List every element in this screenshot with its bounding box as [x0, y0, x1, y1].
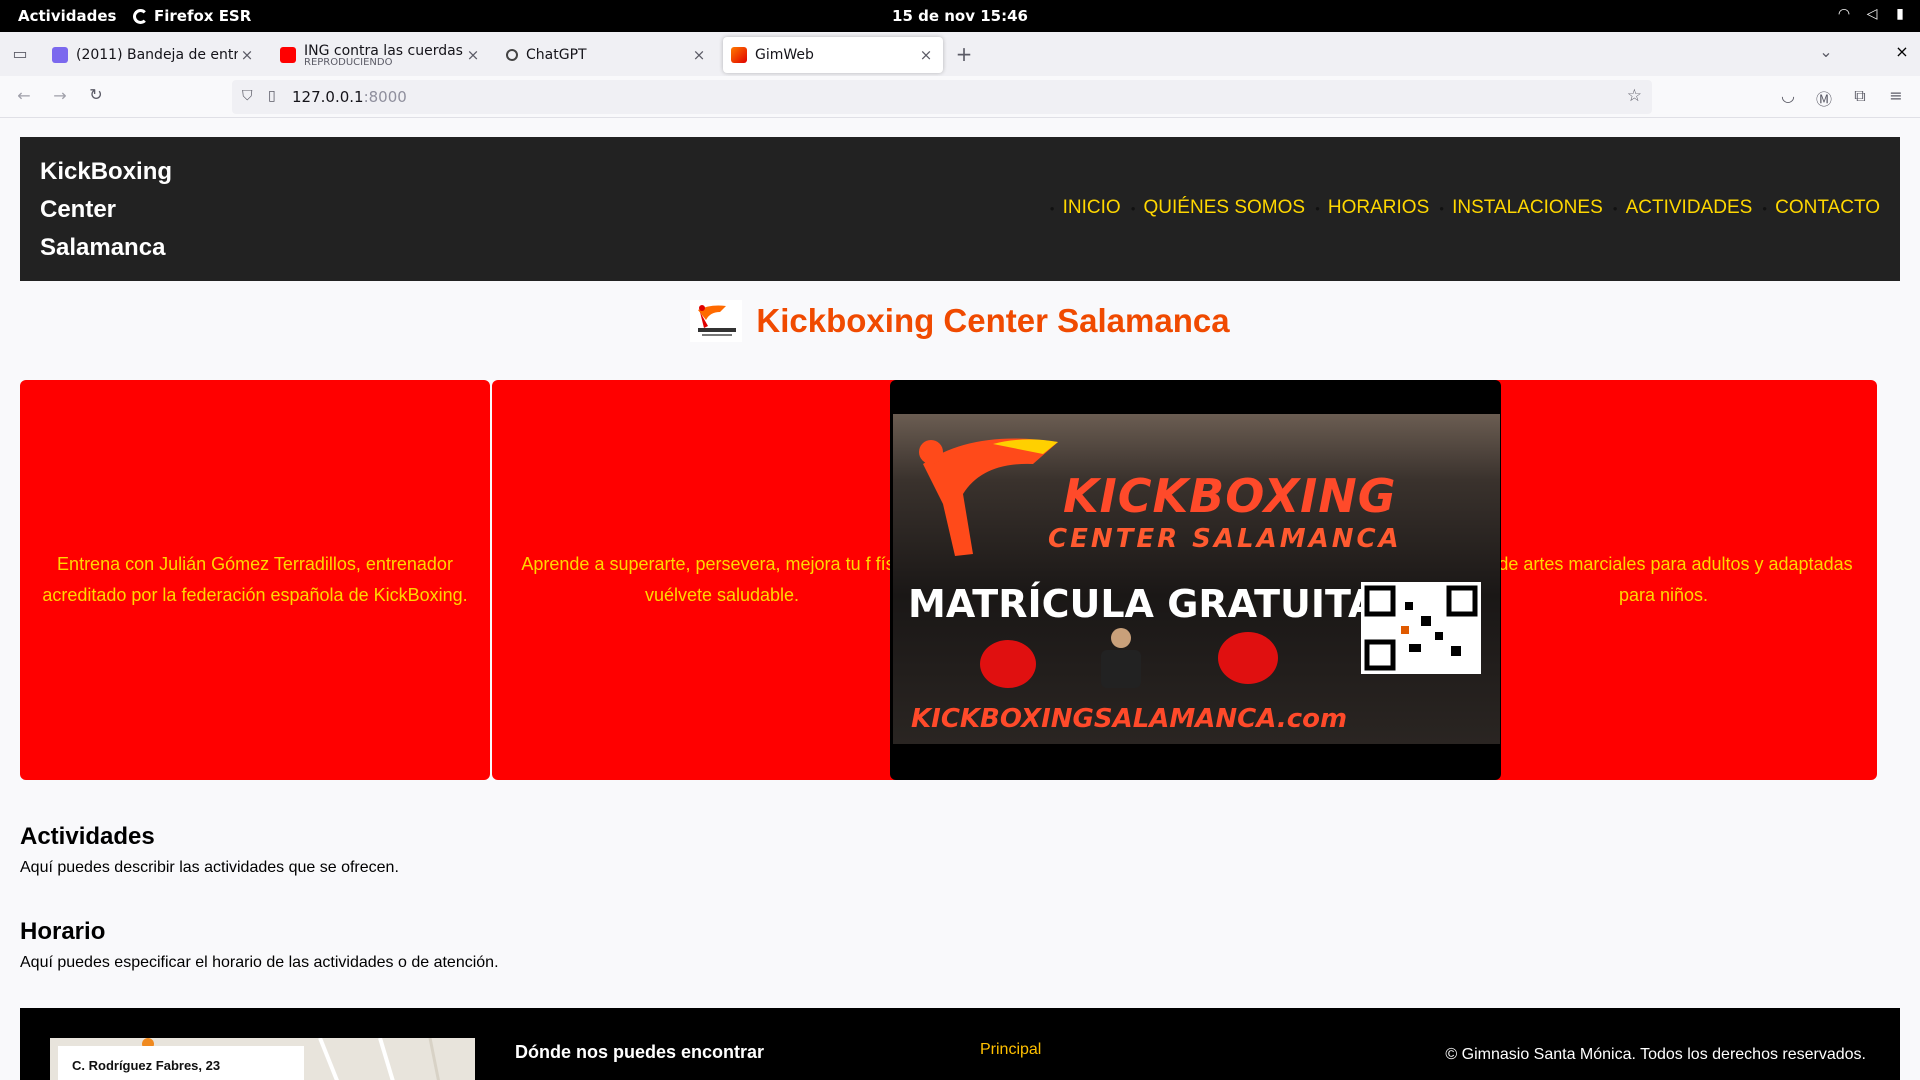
- mail-icon: [52, 47, 68, 63]
- close-window-icon[interactable]: ×: [1888, 42, 1916, 61]
- boxing-glove-icon: [1218, 632, 1278, 684]
- nav-link-actividades[interactable]: ACTIVIDADES: [1626, 197, 1753, 219]
- nav-link-horarios[interactable]: HORARIOS: [1328, 197, 1429, 219]
- list-tabs-icon[interactable]: ⌄: [1812, 42, 1840, 61]
- site-brand[interactable]: KickBoxing Center Salamanca: [40, 153, 220, 267]
- forward-icon[interactable]: →: [46, 86, 74, 105]
- section-text: Aquí puedes especificar el horario de la…: [20, 954, 499, 971]
- wifi-icon: ◠: [1838, 6, 1850, 22]
- site-title: Kickboxing Center Salamanca: [756, 302, 1230, 339]
- carousel-slide[interactable]: Entrena con Julián Gómez Terradillos, en…: [20, 380, 490, 780]
- tab-bar: ▭ (2011) Bandeja de entrada × ING contra…: [0, 32, 1920, 76]
- section-heading: Horario: [20, 918, 106, 945]
- account-icon[interactable]: Ⓜ: [1810, 86, 1838, 110]
- nav-link-inicio[interactable]: INICIO: [1063, 197, 1121, 219]
- bookmark-star-icon[interactable]: ☆: [1627, 86, 1642, 106]
- volume-icon: ◁: [1866, 6, 1878, 22]
- promo-image[interactable]: KICKBOXING CENTER SALAMANCA MATRÍCULA GR…: [890, 380, 1501, 780]
- nav-link-quienes-somos[interactable]: QUIÉNES SOMOS: [1144, 197, 1306, 219]
- url-bar[interactable]: ⛉ ▯ 127.0.0.1:8000 ☆: [232, 80, 1652, 114]
- page-info-icon[interactable]: ▯: [268, 88, 276, 104]
- url-text[interactable]: 127.0.0.1:8000: [292, 88, 407, 106]
- tab-title: ChatGPT: [526, 47, 587, 63]
- trainer-figure-icon: [1101, 628, 1141, 688]
- tab-title: GimWeb: [755, 47, 814, 63]
- url-port: :8000: [363, 88, 407, 106]
- promo-poster: KICKBOXING CENTER SALAMANCA MATRÍCULA GR…: [893, 414, 1500, 744]
- page-viewport: KickBoxing Center Salamanca INICIO QUIÉN…: [0, 118, 1920, 1080]
- nav-item-contacto: CONTACTO: [1762, 197, 1880, 219]
- battery-icon: ▮: [1896, 6, 1904, 22]
- nav-item-horarios: HORARIOS: [1315, 197, 1429, 219]
- promo-line-4: KICKBOXINGSALAMANCA.com: [911, 704, 1348, 734]
- nav-item-instalaciones: INSTALACIONES: [1439, 197, 1603, 219]
- close-tab-icon[interactable]: ×: [238, 46, 256, 64]
- title-block: Kickboxing Center Salamanca: [0, 300, 1920, 347]
- new-tab-icon[interactable]: +: [950, 42, 978, 66]
- pocket-icon[interactable]: ◡: [1774, 86, 1802, 105]
- section-text: Aquí puedes describir las actividades qu…: [20, 859, 399, 876]
- slide-text: Entrena con Julián Gómez Terradillos, en…: [42, 554, 468, 605]
- close-tab-icon[interactable]: ×: [464, 46, 482, 64]
- kickboxing-logo: [690, 300, 743, 342]
- footer-link-principal[interactable]: Principal: [980, 1041, 1041, 1059]
- menu-icon[interactable]: ≡: [1882, 86, 1910, 105]
- clock[interactable]: 15 de nov 15:46: [0, 7, 1920, 25]
- footer-heading: Dónde nos puedes encontrar: [515, 1042, 765, 1062]
- nav-item-inicio: INICIO: [1050, 197, 1121, 219]
- slide-text: es de artes marciales para adultos y ada…: [1474, 554, 1853, 605]
- boxing-glove-icon: [980, 640, 1036, 688]
- map-address-card[interactable]: C. Rodríguez Fabres, 23: [58, 1046, 304, 1080]
- tab-gimweb[interactable]: GimWeb ×: [723, 37, 943, 73]
- reload-icon[interactable]: ↻: [82, 85, 110, 104]
- section-horario: Horario Aquí puedes especificar el horar…: [20, 918, 499, 972]
- close-tab-icon[interactable]: ×: [917, 46, 935, 64]
- kick-silhouette-icon: [919, 438, 1058, 556]
- footer-copyright: © Gimnasio Santa Mónica. Todos los derec…: [1445, 1046, 1866, 1063]
- main-nav: INICIO QUIÉNES SOMOS HORARIOS INSTALACIO…: [1040, 197, 1880, 219]
- promo-line-2: CENTER SALAMANCA: [1048, 524, 1402, 554]
- tab-title-wrap: ING contra las cuerdas. La REPRODUCIENDO: [304, 43, 464, 68]
- back-icon[interactable]: ←: [10, 86, 38, 105]
- tab-chatgpt[interactable]: ChatGPT ×: [498, 37, 716, 73]
- kickboxing-icon: [731, 47, 747, 63]
- qr-code-icon: [1361, 582, 1481, 674]
- promo-line-1: KICKBOXING: [1063, 469, 1397, 523]
- embedded-map[interactable]: C. Rodríguez Fabres, 23: [50, 1038, 475, 1080]
- site-header: KickBoxing Center Salamanca INICIO QUIÉN…: [20, 137, 1900, 281]
- system-tray[interactable]: ◠ ◁ ▮: [1836, 6, 1908, 24]
- navigation-toolbar: ← → ↻ ⛉ ▯ 127.0.0.1:8000 ☆ ◡ Ⓜ ⧉ ≡: [0, 76, 1920, 118]
- shield-icon[interactable]: ⛉: [242, 88, 253, 104]
- tab-youtube[interactable]: ING contra las cuerdas. La REPRODUCIENDO…: [272, 37, 490, 73]
- tab-mail[interactable]: (2011) Bandeja de entrada ×: [44, 37, 264, 73]
- url-host: 127.0.0.1: [292, 88, 364, 106]
- nav-link-contacto[interactable]: CONTACTO: [1775, 197, 1880, 219]
- youtube-icon: [280, 47, 296, 63]
- section-heading: Actividades: [20, 823, 155, 850]
- chatgpt-icon: [506, 49, 518, 61]
- section-actividades: Actividades Aquí puedes describir las ac…: [20, 823, 399, 877]
- site-footer: C. Rodríguez Fabres, 23 Dónde nos puedes…: [20, 1008, 1900, 1080]
- tab-overview-icon[interactable]: ▭: [6, 44, 34, 63]
- system-top-bar: Actividades Firefox ESR 15 de nov 15:46 …: [0, 0, 1920, 32]
- nav-item-quienes-somos: QUIÉNES SOMOS: [1131, 197, 1306, 219]
- title-inner: Kickboxing Center Salamanca: [690, 300, 1230, 342]
- promo-line-3: MATRÍCULA GRATUITA: [908, 582, 1378, 626]
- carousel[interactable]: Entrena con Julián Gómez Terradillos, en…: [20, 380, 1878, 780]
- tab-title: (2011) Bandeja de entrada: [76, 47, 238, 63]
- close-tab-icon[interactable]: ×: [690, 46, 708, 64]
- nav-item-actividades: ACTIVIDADES: [1613, 197, 1753, 219]
- nav-link-instalaciones[interactable]: INSTALACIONES: [1452, 197, 1603, 219]
- carousel-slide[interactable]: es de artes marciales para adultos y ada…: [1450, 380, 1877, 780]
- extensions-icon[interactable]: ⧉: [1846, 86, 1874, 106]
